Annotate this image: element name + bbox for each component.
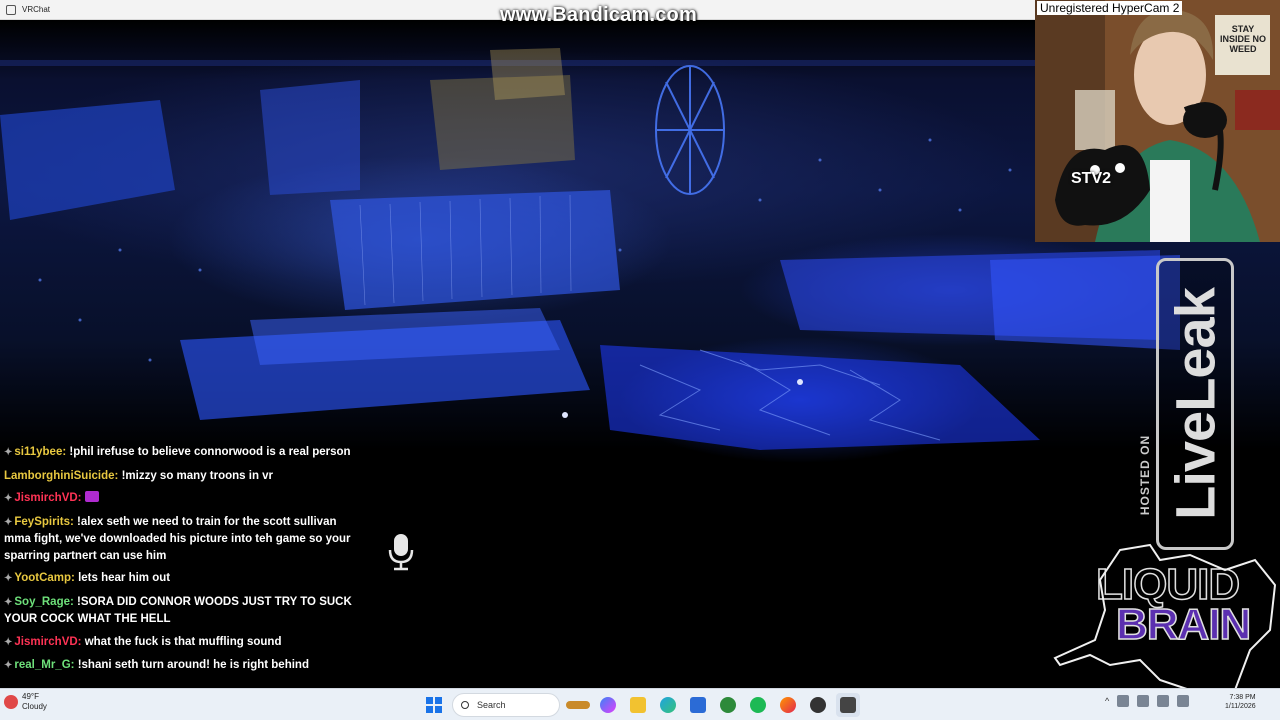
chat-message: ✦ Soy_Rage: !SORA DID CONNOR WOODS JUST T… — [4, 594, 354, 628]
chat-message: ✦ FeySpirits: !alex seth we need to train… — [4, 514, 354, 565]
taskbar-app-edge[interactable] — [656, 693, 680, 717]
chat-username: YootCamp — [14, 572, 72, 584]
edge-icon — [660, 697, 676, 713]
window-title: VRChat — [22, 5, 51, 14]
chat-username: JismirchVD — [14, 635, 78, 648]
taskbar-app-obs[interactable] — [806, 693, 830, 717]
chat-username: real_Mr_G — [14, 659, 71, 671]
firefox-icon — [780, 697, 796, 713]
screen: VRChat www.Bandicam.com Unregistered Hyp… — [0, 0, 1280, 720]
network-icon[interactable] — [1137, 695, 1150, 707]
chat-text: !shani seth turn around! he is right beh… — [74, 659, 309, 671]
weather-temp: 49°F — [22, 692, 39, 701]
stv-badge: STV2 — [1071, 170, 1112, 187]
chat-text: !phil irefuse to believe connorwood is a… — [66, 446, 351, 458]
taskbar-clock[interactable]: 7:38 PM 1/11/2026 — [1225, 693, 1256, 711]
chat-text: what the fuck is that muffling sound — [81, 635, 282, 648]
chat-message: ✦ YootCamp: lets hear him out — [4, 570, 354, 588]
clock-time: 7:38 PM — [1229, 694, 1256, 701]
battery-icon[interactable] — [1177, 695, 1190, 707]
chat-colon: : — [77, 492, 82, 504]
search-placeholder: Search — [477, 700, 506, 710]
widget-icon — [566, 701, 590, 709]
chat-message: ✦ real_Mr_G: !shani seth turn around! he … — [4, 657, 354, 675]
chat-badge-icon: ✦ — [4, 447, 13, 458]
weather-desc: Cloudy — [22, 702, 47, 711]
taskbar-app-explorer[interactable] — [626, 693, 650, 717]
microphone-icon — [388, 534, 414, 571]
chat-message: ✦ JismirchVD: what the fuck is that muffl… — [4, 634, 354, 652]
folder-icon — [630, 697, 646, 713]
chat-username: si11ybee — [14, 446, 63, 458]
taskbar-app-firefox[interactable] — [776, 693, 800, 717]
chat-badge-icon: ✦ — [4, 660, 13, 671]
tray-chevron-icon[interactable]: ^ — [1105, 696, 1109, 706]
webcam-overlay: Unregistered HyperCam 2 STAY INSIDE NO W… — [1035, 0, 1280, 242]
start-button[interactable] — [422, 693, 446, 717]
store-icon — [690, 697, 706, 713]
chat-badge-icon: ✦ — [4, 493, 13, 504]
taskbar-app-vrchat[interactable] — [836, 693, 860, 717]
copilot-icon — [600, 697, 616, 713]
taskbar-apps: Search — [422, 693, 860, 717]
volume-icon[interactable] — [1157, 695, 1170, 707]
chat-message: ✦ JismirchVD: — [4, 490, 354, 508]
chat-badge-icon: ✦ — [4, 636, 13, 648]
taskbar-app-widget[interactable] — [566, 693, 590, 717]
system-tray: ^ — [1105, 695, 1190, 707]
bandicam-watermark: www.Bandicam.com — [500, 4, 697, 26]
map-outline-graphic — [1053, 543, 1277, 707]
taskbar-app-copilot[interactable] — [596, 693, 620, 717]
taskbar-app-spotify[interactable] — [746, 693, 770, 717]
chat-badge-icon: ✦ — [4, 516, 13, 528]
taskbar-search[interactable]: Search — [452, 693, 560, 717]
weather-icon — [4, 695, 18, 709]
hypercam-label: Unregistered HyperCam 2 — [1037, 1, 1183, 15]
chat-emote-icon — [84, 491, 99, 502]
chat-message: LamborghiniSuicide: !mizzy so many troon… — [4, 468, 354, 485]
weather-text: 49°F Cloudy — [22, 692, 47, 712]
liveleak-text: LiveLeak — [1163, 288, 1227, 520]
chat-overlay: ✦ si11ybee: !phil irefuse to believe conn… — [4, 430, 354, 681]
chat-message: ✦ si11ybee: !phil irefuse to believe conn… — [4, 444, 354, 462]
chat-text: lets hear him out — [74, 572, 171, 584]
chat-badge-icon: ✦ — [4, 596, 13, 608]
chat-username: LamborghiniSuicide — [4, 469, 115, 482]
clock-date: 1/11/2026 — [1225, 703, 1256, 710]
spotify-icon — [750, 697, 766, 713]
chat-message-list: ✦ si11ybee: !phil irefuse to believe conn… — [4, 444, 354, 675]
tray-app-icon[interactable] — [1117, 695, 1130, 707]
taskbar-app-xbox[interactable] — [716, 693, 740, 717]
chat-cutoff-line — [4, 430, 354, 440]
vrchat-taskbar-icon — [840, 697, 856, 713]
hosted-on-label: HOSTED ON — [1138, 434, 1152, 516]
chat-username: FeySpirits — [14, 515, 70, 528]
chat-text: !mizzy so many troons in vr — [118, 469, 274, 482]
windows-logo-icon — [426, 697, 442, 713]
chat-username: JismirchVD — [14, 492, 78, 504]
webcam-sign-text: STAY INSIDE NO WEED — [1220, 24, 1267, 54]
chat-badge-icon: ✦ — [4, 573, 13, 584]
liveleak-logo: LiveLeak — [1156, 258, 1234, 550]
weather-widget[interactable]: 49°F Cloudy — [4, 692, 47, 712]
taskbar-app-store[interactable] — [686, 693, 710, 717]
windows-taskbar: 49°F Cloudy Search ^ 7:38 PM 1/11/2026 — [0, 688, 1280, 720]
search-icon — [461, 701, 469, 709]
chat-username: Soy_Rage — [14, 595, 70, 608]
obs-icon — [810, 697, 826, 713]
xbox-icon — [720, 697, 736, 713]
vrchat-app-icon — [6, 4, 16, 15]
